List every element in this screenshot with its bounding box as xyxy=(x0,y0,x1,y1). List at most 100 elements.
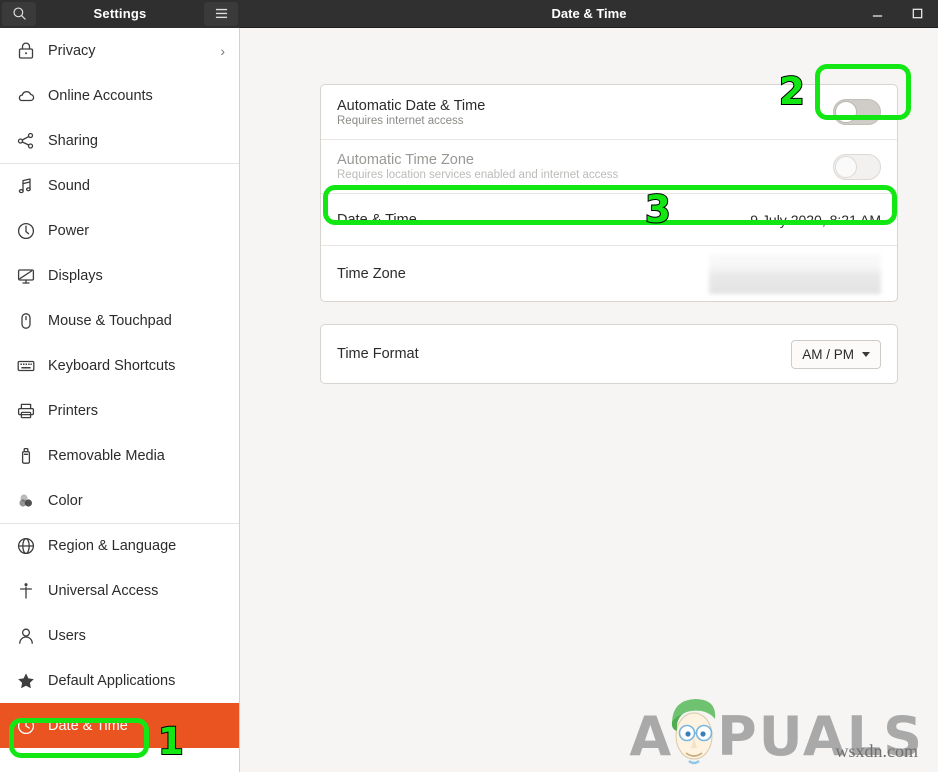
sidebar-item-label: Sound xyxy=(48,178,90,194)
power-icon xyxy=(17,222,35,239)
automatic-date-time-label: Automatic Date & Time xyxy=(337,97,486,114)
search-button[interactable] xyxy=(2,1,36,26)
time-format-card: Time Format AM / PM xyxy=(320,324,898,384)
sidebar-item-label: Printers xyxy=(48,402,98,419)
watermark-brand-a: A xyxy=(629,705,674,768)
accessibility-icon xyxy=(19,582,33,599)
power-icon-wrap xyxy=(16,221,36,241)
automatic-time-zone-sublabel: Requires location services enabled and i… xyxy=(337,169,619,181)
sidebar-item-universal-access[interactable]: Universal Access xyxy=(0,568,239,613)
time-format-value: AM / PM xyxy=(802,346,854,362)
page-title: Date & Time xyxy=(551,6,627,21)
minimize-button[interactable] xyxy=(864,2,890,26)
printer-icon xyxy=(17,403,35,418)
sidebar: Privacy › Online Accounts Sharing Sound Power… xyxy=(0,28,240,772)
automatic-time-zone-label: Automatic Time Zone xyxy=(337,152,474,168)
sidebar-item-mouse-and-touchpad[interactable]: Mouse & Touchpad xyxy=(0,298,239,343)
time-format-row[interactable]: Time Format AM / PM xyxy=(321,325,897,383)
main-content: Automatic Date & Time Requires internet … xyxy=(240,28,938,772)
window-body: Privacy › Online Accounts Sharing Sound Power… xyxy=(0,28,938,772)
panel-gap xyxy=(320,302,898,324)
chevron-right-icon: › xyxy=(220,42,225,59)
sidebar-item-printers[interactable]: Printers xyxy=(0,388,239,433)
lock-icon-wrap xyxy=(16,41,36,61)
date-and-time-texts: Date & Time xyxy=(337,212,750,228)
sidebar-item-sound[interactable]: Sound xyxy=(0,163,239,208)
mascot-face-icon xyxy=(671,699,716,765)
toggle-knob xyxy=(835,155,857,178)
time-format-dropdown[interactable]: AM / PM xyxy=(791,339,881,369)
sidebar-item-keyboard-shortcuts[interactable]: Keyboard Shortcuts xyxy=(0,343,239,388)
star-icon-wrap xyxy=(16,671,36,691)
monitor-icon-wrap xyxy=(16,266,36,286)
cloud-icon-wrap xyxy=(16,86,36,106)
sidebar-item-color[interactable]: Color xyxy=(0,478,239,523)
globe-icon-wrap xyxy=(16,536,36,556)
hamburger-menu-icon xyxy=(215,8,227,19)
sidebar-item-power[interactable]: Power xyxy=(0,208,239,253)
globe-icon xyxy=(17,537,35,555)
user-icon-wrap xyxy=(16,626,36,646)
automatic-time-zone-toggle xyxy=(833,153,881,180)
minimize-icon xyxy=(872,15,882,17)
lock-icon xyxy=(18,41,34,59)
time-zone-label: Time Zone xyxy=(337,265,406,282)
sidebar-item-region-and-language[interactable]: Region & Language xyxy=(0,523,239,568)
search-icon xyxy=(12,7,26,20)
sidebar-item-label: Date & Time xyxy=(48,717,128,734)
sidebar-item-default-applications[interactable]: Default Applications xyxy=(0,658,239,703)
usb-drive-icon xyxy=(21,447,31,464)
sidebar-item-sharing[interactable]: Sharing xyxy=(0,118,239,163)
watermark: A PUALS wsxdn.com xyxy=(629,692,924,768)
maximize-button[interactable] xyxy=(904,2,930,26)
time-format-texts: Time Format xyxy=(337,346,791,362)
chevron-down-icon xyxy=(862,351,870,357)
date-and-time-label: Date & Time xyxy=(337,211,417,228)
sidebar-header: Settings xyxy=(0,0,240,28)
toggle-knob xyxy=(835,101,857,123)
sidebar-item-label: Region & Language xyxy=(48,538,177,554)
sidebar-item-users[interactable]: Users xyxy=(0,613,239,658)
sidebar-item-online-accounts[interactable]: Online Accounts xyxy=(0,73,239,118)
menu-button[interactable] xyxy=(204,1,238,26)
sidebar-item-label: Power xyxy=(48,222,90,239)
sidebar-item-displays[interactable]: Displays xyxy=(0,253,239,298)
sidebar-item-privacy[interactable]: Privacy › xyxy=(0,28,239,73)
automatic-date-time-sublabel: Requires internet access xyxy=(337,114,464,127)
sidebar-item-date-and-time[interactable]: Date & Time xyxy=(0,703,239,748)
sidebar-item-label: Online Accounts xyxy=(48,87,153,104)
date-time-card: Automatic Date & Time Requires internet … xyxy=(320,84,898,302)
time-format-label: Time Format xyxy=(337,346,419,362)
watermark-brand-rest: PUALS xyxy=(717,705,924,768)
time-zone-row[interactable]: Time Zone xyxy=(321,245,897,301)
sidebar-item-label: Mouse & Touchpad xyxy=(48,312,172,329)
maximize-icon xyxy=(912,8,922,19)
settings-window: Settings Date & Time Privacy › Online Ac… xyxy=(0,0,938,772)
time-zone-value-redacted xyxy=(709,253,881,294)
share-nodes-icon-wrap xyxy=(16,131,36,151)
star-icon xyxy=(18,672,34,688)
settings-title: Settings xyxy=(93,6,147,21)
automatic-time-zone-row: Automatic Time Zone Requires location se… xyxy=(321,139,897,193)
sidebar-item-label: Keyboard Shortcuts xyxy=(48,357,176,374)
color-circles-icon xyxy=(19,493,32,507)
music-note-icon-wrap xyxy=(16,176,36,196)
color-circles-icon-wrap xyxy=(16,491,36,511)
automatic-time-zone-texts: Automatic Time Zone Requires location se… xyxy=(337,152,833,181)
cloud-icon xyxy=(18,90,35,101)
time-zone-texts: Time Zone xyxy=(337,266,709,282)
settings-panels: Automatic Date & Time Requires internet … xyxy=(240,28,938,384)
automatic-date-time-toggle[interactable] xyxy=(833,99,881,125)
share-nodes-icon xyxy=(17,132,34,149)
watermark-domain: wsxdn.com xyxy=(835,741,919,761)
accessibility-icon-wrap xyxy=(16,581,36,601)
automatic-date-time-row[interactable]: Automatic Date & Time Requires internet … xyxy=(321,85,897,139)
automatic-date-time-texts: Automatic Date & Time Requires internet … xyxy=(337,98,833,127)
window-header: Date & Time xyxy=(240,0,938,28)
sidebar-item-label: Color xyxy=(48,492,83,509)
sidebar-item-removable-media[interactable]: Removable Media xyxy=(0,433,239,478)
mouse-icon xyxy=(21,312,31,329)
clock-icon-wrap xyxy=(16,716,36,736)
title-bar: Settings Date & Time xyxy=(0,0,938,28)
date-and-time-row[interactable]: Date & Time 9 July 2020, 8:21 AM xyxy=(321,193,897,245)
